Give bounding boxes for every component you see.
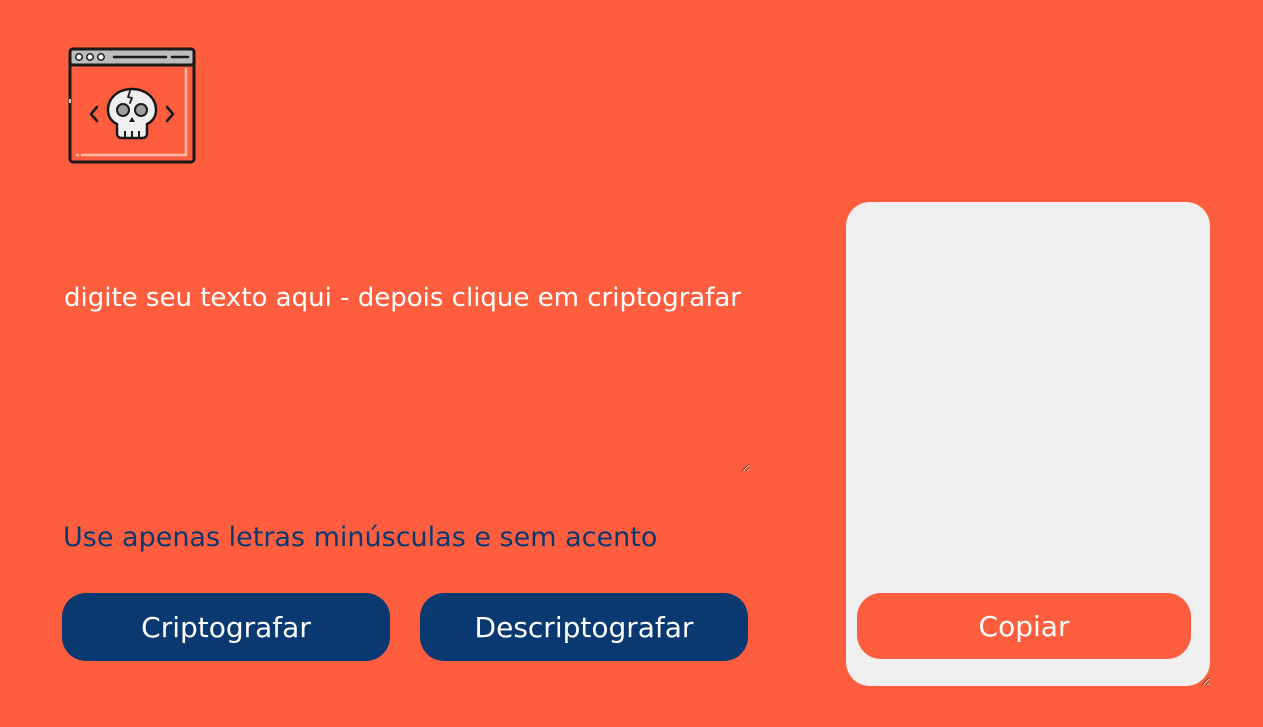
output-panel: Copiar	[846, 202, 1210, 686]
hint-label: Use apenas letras minúsculas e sem acent…	[63, 522, 658, 553]
hint-text: Use apenas letras minúsculas e sem acent…	[63, 518, 657, 558]
text-input[interactable]	[62, 272, 750, 472]
copy-button[interactable]: Copiar	[857, 593, 1191, 659]
encrypt-button[interactable]: Criptografar	[62, 593, 390, 661]
logo	[68, 47, 196, 165]
decrypt-button[interactable]: Descriptografar	[420, 593, 748, 661]
browser-window-skull-icon	[68, 47, 196, 164]
